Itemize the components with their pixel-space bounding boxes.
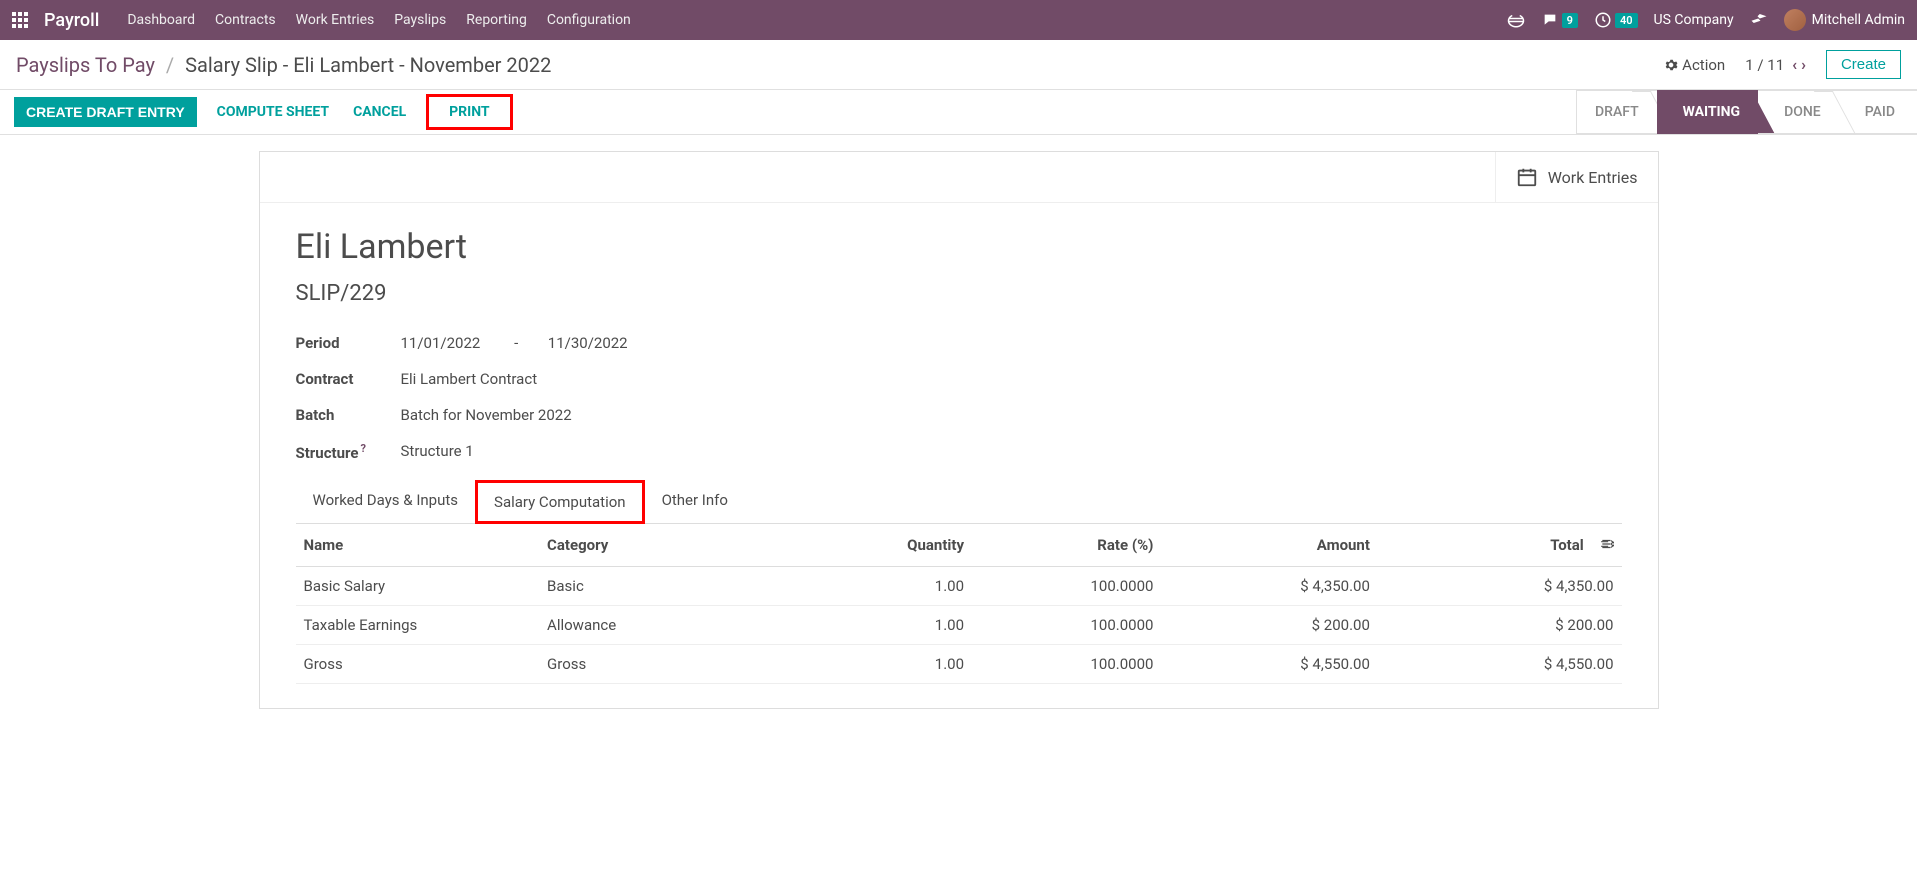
cell-rate: 100.0000	[972, 606, 1161, 645]
payslip-reference: SLIP/229	[296, 281, 1622, 306]
discuss-badge: 9	[1562, 13, 1578, 28]
batch-value[interactable]: Batch for November 2022	[401, 406, 572, 424]
notebook-tabs: Worked Days & Inputs Salary Computation …	[296, 480, 1622, 524]
tab-other-info[interactable]: Other Info	[645, 480, 745, 524]
col-category[interactable]: Category	[539, 524, 783, 567]
cell-rate: 100.0000	[972, 567, 1161, 606]
breadcrumb-separator: /	[166, 53, 174, 77]
control-panel: Payslips To Pay / Salary Slip - Eli Lamb…	[0, 40, 1917, 90]
optional-columns-icon[interactable]	[1588, 538, 1614, 554]
cell-name: Basic Salary	[296, 567, 540, 606]
discuss-icon[interactable]: 9	[1541, 12, 1578, 28]
activity-badge: 40	[1615, 13, 1638, 28]
print-button[interactable]: PRINT	[426, 94, 512, 130]
contract-value[interactable]: Eli Lambert Contract	[401, 370, 538, 388]
col-total[interactable]: Total	[1378, 524, 1622, 567]
breadcrumb-parent[interactable]: Payslips To Pay	[16, 53, 155, 77]
status-bar: DRAFT WAITING DONE PAID	[1576, 90, 1917, 134]
tab-salary-computation[interactable]: Salary Computation	[475, 480, 645, 524]
breadcrumb-current: Salary Slip - Eli Lambert - November 202…	[185, 53, 551, 77]
action-menu[interactable]: Action	[1664, 56, 1725, 74]
cell-amount: $ 4,350.00	[1161, 567, 1377, 606]
cell-name: Gross	[296, 645, 540, 684]
status-waiting[interactable]: WAITING	[1657, 90, 1758, 134]
debug-icon[interactable]	[1750, 11, 1768, 29]
sheet-stat-buttons: Work Entries	[260, 152, 1658, 203]
cell-quantity: 1.00	[783, 606, 972, 645]
work-entries-stat-button[interactable]: Work Entries	[1495, 152, 1658, 202]
cell-category: Allowance	[539, 606, 783, 645]
col-name[interactable]: Name	[296, 524, 540, 567]
pager-count[interactable]: 1 / 11	[1745, 56, 1784, 74]
nav-dashboard[interactable]: Dashboard	[127, 12, 195, 28]
pager-prev-icon[interactable]: ‹	[1792, 55, 1797, 74]
help-icon[interactable]: ?	[360, 442, 365, 455]
cell-amount: $ 200.00	[1161, 606, 1377, 645]
app-title[interactable]: Payroll	[44, 10, 99, 31]
user-name: Mitchell Admin	[1812, 12, 1905, 28]
nav-reporting[interactable]: Reporting	[466, 12, 527, 28]
compute-sheet-button[interactable]: COMPUTE SHEET	[213, 97, 333, 127]
tab-worked-days[interactable]: Worked Days & Inputs	[296, 480, 476, 524]
user-avatar-icon	[1784, 9, 1806, 31]
nav-menu: Dashboard Contracts Work Entries Payslip…	[127, 12, 630, 28]
breadcrumb: Payslips To Pay / Salary Slip - Eli Lamb…	[16, 53, 551, 77]
user-menu[interactable]: Mitchell Admin	[1784, 9, 1905, 31]
gear-icon	[1664, 58, 1678, 72]
activity-icon[interactable]: 40	[1594, 11, 1638, 29]
cell-category: Gross	[539, 645, 783, 684]
create-button[interactable]: Create	[1826, 50, 1901, 79]
contract-label: Contract	[296, 370, 401, 388]
cell-rate: 100.0000	[972, 645, 1161, 684]
cell-quantity: 1.00	[783, 645, 972, 684]
col-amount[interactable]: Amount	[1161, 524, 1377, 567]
col-rate[interactable]: Rate (%)	[972, 524, 1161, 567]
apps-menu-icon[interactable]	[12, 12, 28, 28]
table-row[interactable]: Basic SalaryBasic1.00100.0000$ 4,350.00$…	[296, 567, 1622, 606]
structure-label: Structure?	[296, 442, 401, 462]
action-bar: CREATE DRAFT ENTRY COMPUTE SHEET CANCEL …	[0, 90, 1917, 135]
pager-next-icon[interactable]: ›	[1801, 55, 1806, 74]
phone-icon[interactable]	[1507, 12, 1525, 28]
cancel-button[interactable]: CANCEL	[349, 97, 410, 127]
batch-label: Batch	[296, 406, 401, 424]
cell-category: Basic	[539, 567, 783, 606]
table-row[interactable]: Taxable EarningsAllowance1.00100.0000$ 2…	[296, 606, 1622, 645]
main-navbar: Payroll Dashboard Contracts Work Entries…	[0, 0, 1917, 40]
pager: 1 / 11 ‹ ›	[1745, 55, 1806, 74]
nav-contracts[interactable]: Contracts	[215, 12, 276, 28]
cell-total: $ 4,350.00	[1378, 567, 1622, 606]
nav-payslips[interactable]: Payslips	[394, 12, 446, 28]
employee-name: Eli Lambert	[296, 227, 1622, 267]
cell-quantity: 1.00	[783, 567, 972, 606]
cell-total: $ 200.00	[1378, 606, 1622, 645]
period-value: 11/01/2022 - 11/30/2022	[401, 334, 628, 352]
period-from[interactable]: 11/01/2022	[401, 334, 481, 352]
cell-total: $ 4,550.00	[1378, 645, 1622, 684]
nav-work-entries[interactable]: Work Entries	[296, 12, 375, 28]
status-draft[interactable]: DRAFT	[1576, 90, 1657, 134]
cell-name: Taxable Earnings	[296, 606, 540, 645]
period-label: Period	[296, 334, 401, 352]
period-to[interactable]: 11/30/2022	[548, 334, 628, 352]
company-switcher[interactable]: US Company	[1654, 12, 1734, 28]
form-sheet: Work Entries Eli Lambert SLIP/229 Period…	[259, 151, 1659, 709]
cell-amount: $ 4,550.00	[1161, 645, 1377, 684]
calendar-icon	[1516, 166, 1538, 188]
structure-value[interactable]: Structure 1	[401, 442, 474, 462]
table-row[interactable]: GrossGross1.00100.0000$ 4,550.00$ 4,550.…	[296, 645, 1622, 684]
salary-computation-table: Name Category Quantity Rate (%) Amount T…	[296, 524, 1622, 684]
create-draft-entry-button[interactable]: CREATE DRAFT ENTRY	[14, 97, 197, 127]
nav-configuration[interactable]: Configuration	[547, 12, 631, 28]
col-quantity[interactable]: Quantity	[783, 524, 972, 567]
